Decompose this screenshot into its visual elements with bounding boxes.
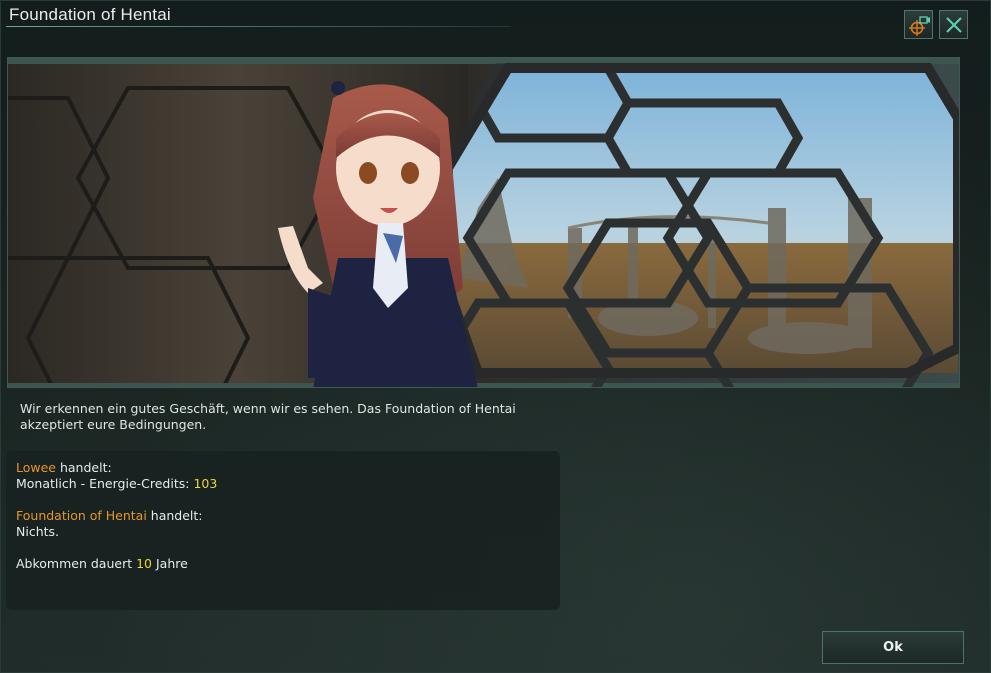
party1-item-value: 103 [193, 476, 218, 491]
camera-locate-button[interactable] [904, 10, 933, 39]
party1-trades-label: handelt: [56, 460, 112, 475]
duration-value: 10 [136, 556, 152, 571]
close-icon [946, 17, 962, 33]
duration-suffix: Jahre [152, 556, 188, 571]
party2-item-line: Nichts. [16, 524, 60, 539]
party2-trades-label: handelt: [146, 508, 203, 523]
party1-item-label: Monatlich - Energie-Credits: [16, 476, 194, 491]
diplomacy-message: Wir erkennen ein gutes Geschäft, wenn wi… [20, 401, 516, 432]
party2-line: Foundation of Hentai handelt: [16, 508, 550, 524]
leader-portrait-banner [7, 57, 960, 388]
duration-prefix: Abkommen dauert [16, 556, 137, 571]
ok-button[interactable]: Ok [822, 631, 964, 664]
party1-item-line: Monatlich - Energie-Credits: 103 [16, 476, 550, 492]
party2-name: Foundation of Hentai [16, 508, 147, 523]
deal-summary-panel: Lowee handelt: Monatlich - Energie-Credi… [6, 451, 560, 610]
camera-locate-icon [909, 16, 930, 36]
window-title: Foundation of Hentai [9, 5, 171, 24]
party1-name: Lowee [16, 460, 56, 475]
diplomacy-dialog: Foundation of Hentai Wir erkennen ein gu… [0, 0, 991, 673]
party1-line: Lowee handelt: [16, 460, 550, 476]
deal-duration-line: Abkommen dauert 10 Jahre [16, 556, 550, 572]
title-underline [6, 26, 511, 27]
close-button[interactable] [939, 10, 968, 39]
portrait-scene-image [8, 58, 959, 387]
